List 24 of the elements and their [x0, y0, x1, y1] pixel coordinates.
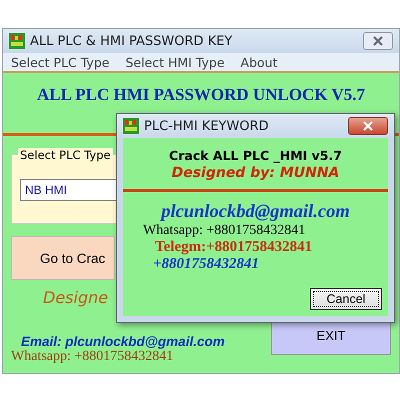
- group-label: Select PLC Type: [18, 148, 113, 162]
- window-title: ALL PLC & HMI PASSWORD KEY: [30, 34, 234, 48]
- close-button[interactable]: [348, 117, 388, 135]
- app-icon: [9, 33, 25, 49]
- close-button[interactable]: [363, 32, 393, 50]
- app-icon: [123, 118, 139, 134]
- email-text: Email: plcunlockbd@gmail.com: [21, 334, 225, 349]
- menu-item[interactable]: Select HMI Type: [125, 54, 225, 70]
- whatsapp-text: Whatsapp: +8801758432841: [11, 349, 174, 365]
- phone-text: +8801758432841: [153, 256, 260, 273]
- whatsapp-text: Whatsapp: +8801758432841: [143, 223, 306, 239]
- menu-item[interactable]: Select PLC Type: [11, 54, 110, 70]
- email-text: plcunlockbd@gmail.com: [161, 202, 350, 223]
- cancel-button[interactable]: Cancel: [310, 288, 382, 310]
- menu-item[interactable]: About: [240, 54, 278, 70]
- designed-by-text: Designe: [43, 288, 108, 307]
- app-heading: ALL PLC HMI PASSWORD UNLOCK V5.7: [36, 85, 366, 105]
- close-icon: [362, 121, 374, 131]
- telegram-text: Telegm:+8801758432841: [155, 239, 312, 256]
- version-text: Crack ALL PLC _HMI v5.7: [169, 148, 342, 163]
- designer-text: Designed by: MUNNA: [172, 165, 340, 181]
- go-to-crack-button[interactable]: Go to Crac: [11, 236, 115, 280]
- dialog-title: PLC-HMI KEYWORD: [144, 118, 270, 134]
- close-icon: [372, 36, 384, 46]
